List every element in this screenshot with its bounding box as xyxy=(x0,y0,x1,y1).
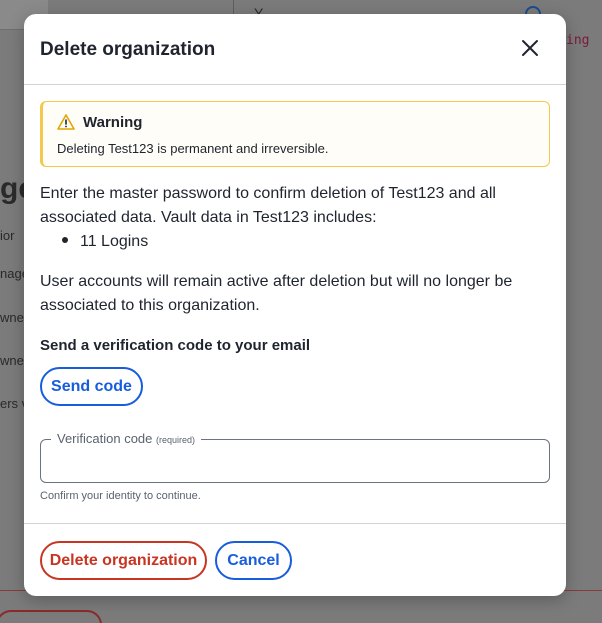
background-button xyxy=(0,610,102,623)
warning-text: Deleting Test123 is permanent and irreve… xyxy=(57,141,329,156)
warning-icon xyxy=(57,114,75,130)
required-tag: (required) xyxy=(156,435,196,445)
close-button[interactable] xyxy=(518,36,542,60)
cancel-button[interactable]: Cancel xyxy=(215,541,292,580)
close-icon xyxy=(522,40,538,56)
verification-code-label-text: Verification code xyxy=(57,431,153,446)
verification-code-input[interactable] xyxy=(49,448,539,476)
bullet-icon xyxy=(62,236,68,243)
background-right-text: ing xyxy=(566,33,590,48)
background-line: wne xyxy=(0,353,24,368)
vault-item-label: 11 Logins xyxy=(80,233,149,250)
send-code-button[interactable]: Send code xyxy=(40,367,143,406)
verification-code-field: Verification code (required) xyxy=(40,431,550,483)
background-line: ior xyxy=(0,228,15,243)
vault-item: 11 Logins xyxy=(62,230,148,254)
background-heading: ge xyxy=(0,172,24,205)
dialog-title: Delete organization xyxy=(40,39,216,60)
background-divider xyxy=(233,0,234,14)
verification-code-label: Verification code (required) xyxy=(51,431,202,446)
dialog-footer: Delete organization Cancel xyxy=(24,523,566,596)
warning-title: Warning xyxy=(83,114,143,131)
background-line: wne xyxy=(0,310,24,325)
verification-section-label: Send a verification code to your email xyxy=(40,337,311,354)
delete-organization-button[interactable]: Delete organization xyxy=(40,541,207,580)
background-line: ers v xyxy=(0,396,24,411)
warning-callout: Warning Deleting Test123 is permanent an… xyxy=(40,101,550,167)
intro-text: Enter the master password to confirm del… xyxy=(40,185,496,226)
dialog-header: Delete organization xyxy=(24,14,566,85)
delete-organization-dialog: Delete organization Warning Deleting Tes… xyxy=(24,14,566,596)
note-text: User accounts will remain active after d… xyxy=(40,273,513,314)
verification-code-hint: Confirm your identity to continue. xyxy=(40,490,201,502)
background-line: nage xyxy=(0,266,24,281)
